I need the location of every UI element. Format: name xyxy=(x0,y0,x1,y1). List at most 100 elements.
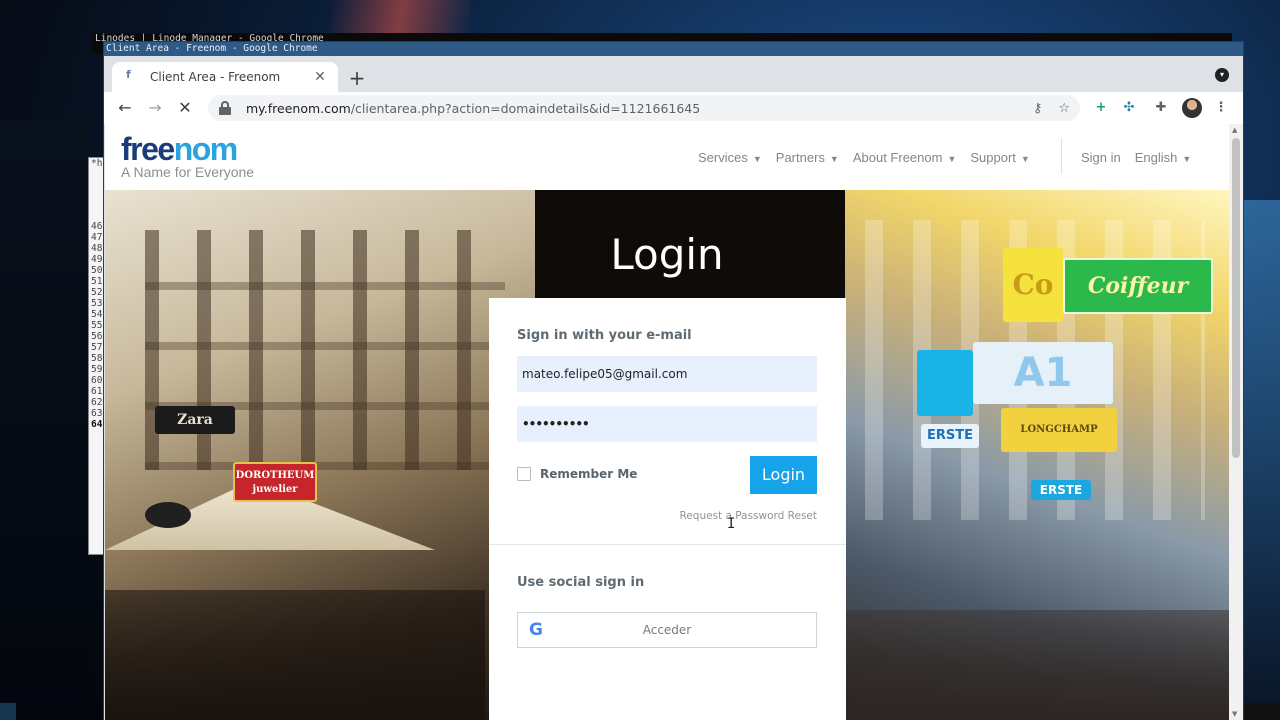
page-scrollbar[interactable]: ▲ ▼ xyxy=(1229,124,1243,720)
text-cursor-icon: I xyxy=(727,516,736,532)
scroll-down-icon[interactable]: ▼ xyxy=(1232,710,1237,718)
terminal-line: 50 xyxy=(91,265,103,276)
logo-tagline: A Name for Everyone xyxy=(121,164,255,180)
menu-icon[interactable]: ⋮ xyxy=(1212,99,1230,117)
google-icon: G xyxy=(529,620,543,640)
nav-partners-label: Partners xyxy=(775,150,825,165)
social-signin-heading: Use social sign in xyxy=(517,575,645,590)
taskbar-left-item[interactable] xyxy=(0,703,16,720)
address-bar[interactable]: my.freenom.com/clientarea.php?action=dom… xyxy=(208,95,1080,121)
nav-about[interactable]: About Freenom ▼ xyxy=(853,150,957,165)
tab-strip: f Client Area - Freenom ✕ + ▾ xyxy=(104,56,1243,92)
logo-word-nom: nom xyxy=(173,131,239,167)
stop-loading-button[interactable]: ✕ xyxy=(173,96,197,120)
puzzle-icon[interactable]: ✚ xyxy=(1152,99,1170,117)
terminal-line: 61 xyxy=(91,386,103,397)
taskbar-tray[interactable] xyxy=(1240,703,1280,720)
nav-partners[interactable]: Partners ▼ xyxy=(776,150,839,165)
hero-sign-longchamp: LONGCHAMP xyxy=(1001,408,1117,452)
remember-me-row: Remember Me xyxy=(517,467,637,481)
tab-client-area[interactable]: f Client Area - Freenom ✕ xyxy=(112,62,338,92)
chevron-down-icon: ▼ xyxy=(1020,154,1030,164)
terminal-line: 57 xyxy=(91,342,103,353)
chevron-down-icon: ▼ xyxy=(947,154,957,164)
secondary-nav: Sign in English ▼ xyxy=(1081,150,1205,165)
forward-button[interactable]: → xyxy=(143,96,167,120)
browser-toolbar: ← → ✕ my.freenom.com/clientarea.php?acti… xyxy=(104,92,1243,124)
page-viewport: freenom A Name for Everyone Services ▼ Pa… xyxy=(105,124,1229,720)
hero-sign-erste: ERSTE xyxy=(921,424,979,448)
terminal-line-current: 64 xyxy=(91,419,103,430)
hero-sign-a1: A1 xyxy=(973,342,1113,404)
desktop-wallpaper-dark xyxy=(0,120,90,720)
scroll-up-icon[interactable]: ▲ xyxy=(1232,126,1237,134)
login-card: Sign in with your e-mail mateo.felipe05@… xyxy=(489,298,846,720)
hero-sign-dorotheum: DOROTHEUM juwelier xyxy=(233,462,317,502)
new-tab-button[interactable]: + xyxy=(344,67,370,91)
nav-sign-in[interactable]: Sign in xyxy=(1081,150,1121,165)
chevron-down-icon: ▼ xyxy=(829,154,839,164)
hero-sign-starbucks-logo xyxy=(145,502,191,528)
terminal-line: 55 xyxy=(91,320,103,331)
url-host: my.freenom.com xyxy=(246,100,351,116)
key-icon[interactable]: ⚷ xyxy=(1033,101,1043,116)
lock-icon[interactable] xyxy=(218,101,232,115)
star-icon[interactable]: ☆ xyxy=(1058,101,1070,116)
url-path: /clientarea.php?action=domaindetails&id=… xyxy=(350,100,701,116)
terminal-line: 51 xyxy=(91,276,103,287)
avatar[interactable] xyxy=(1182,98,1202,118)
terminal-line: 48 xyxy=(91,243,103,254)
terminal-line: 47 xyxy=(91,232,103,243)
terminal-line: 59 xyxy=(91,364,103,375)
hero-section: Zara DOROTHEUM juwelier Co Coiffeur A1 E… xyxy=(105,190,1229,720)
network-extension-icon[interactable]: ✣ xyxy=(1120,99,1138,117)
browser-window: Client Area - Freenom - Google Chrome f … xyxy=(104,42,1243,720)
terminal-line: 52 xyxy=(91,287,103,298)
tab-title: Client Area - Freenom xyxy=(150,70,281,84)
remember-me-checkbox[interactable] xyxy=(517,467,531,481)
google-signin-button[interactable]: G Acceder xyxy=(517,612,817,648)
nav-language[interactable]: English ▼ xyxy=(1135,150,1192,165)
back-button[interactable]: ← xyxy=(113,96,137,120)
main-nav: Services ▼ Partners ▼ About Freenom ▼ Suppo… xyxy=(698,150,1044,165)
hero-sign-zara: Zara xyxy=(155,406,235,434)
hero-sign-blue-panel xyxy=(917,350,973,416)
email-signin-heading: Sign in with your e-mail xyxy=(517,328,692,343)
nav-support[interactable]: Support ▼ xyxy=(970,150,1029,165)
nav-services[interactable]: Services ▼ xyxy=(698,150,762,165)
terminal-line: 63 xyxy=(91,408,103,419)
terminal-line: 56 xyxy=(91,331,103,342)
terminal-line: 53 xyxy=(91,298,103,309)
email-field[interactable]: mateo.felipe05@gmail.com xyxy=(517,356,817,392)
tab-search-icon[interactable]: ▾ xyxy=(1215,68,1229,82)
scrollbar-thumb[interactable] xyxy=(1232,138,1240,458)
hero-photo-crowd-left xyxy=(105,590,485,720)
logo-word-free: free xyxy=(121,131,175,167)
terminal-header: *hy xyxy=(91,158,105,169)
terminal-line: 46 xyxy=(91,221,103,232)
google-signin-label: Acceder xyxy=(642,623,692,637)
chevron-down-icon: ▼ xyxy=(752,154,762,164)
site-header: freenom A Name for Everyone Services ▼ Pa… xyxy=(105,124,1229,190)
window-title-bar[interactable]: Client Area - Freenom - Google Chrome xyxy=(104,42,1243,56)
card-divider xyxy=(489,544,846,545)
terminal-line: 62 xyxy=(91,397,103,408)
page-title: Login xyxy=(610,230,724,279)
hero-photo-crowd-right xyxy=(845,610,1229,720)
close-tab-icon[interactable]: ✕ xyxy=(312,69,328,85)
plus-extension-icon[interactable]: + xyxy=(1092,99,1110,117)
terminal-line: 54 xyxy=(91,309,103,320)
password-field[interactable]: •••••••••• xyxy=(517,406,817,442)
login-button[interactable]: Login xyxy=(750,456,817,494)
remember-me-label[interactable]: Remember Me xyxy=(540,467,637,481)
terminal-line: 60 xyxy=(91,375,103,386)
terminal-blank xyxy=(89,169,105,221)
freenom-favicon-icon: f xyxy=(126,68,131,81)
terminal-line: 49 xyxy=(91,254,103,265)
nav-services-label: Services xyxy=(698,150,748,165)
window-title: Client Area - Freenom - Google Chrome xyxy=(106,43,318,54)
hero-sign-erste-second: ERSTE xyxy=(1031,480,1091,500)
freenom-logo[interactable]: freenom A Name for Everyone xyxy=(121,132,254,180)
chevron-down-icon: ▼ xyxy=(1182,154,1192,164)
nav-about-label: About Freenom xyxy=(852,150,943,165)
